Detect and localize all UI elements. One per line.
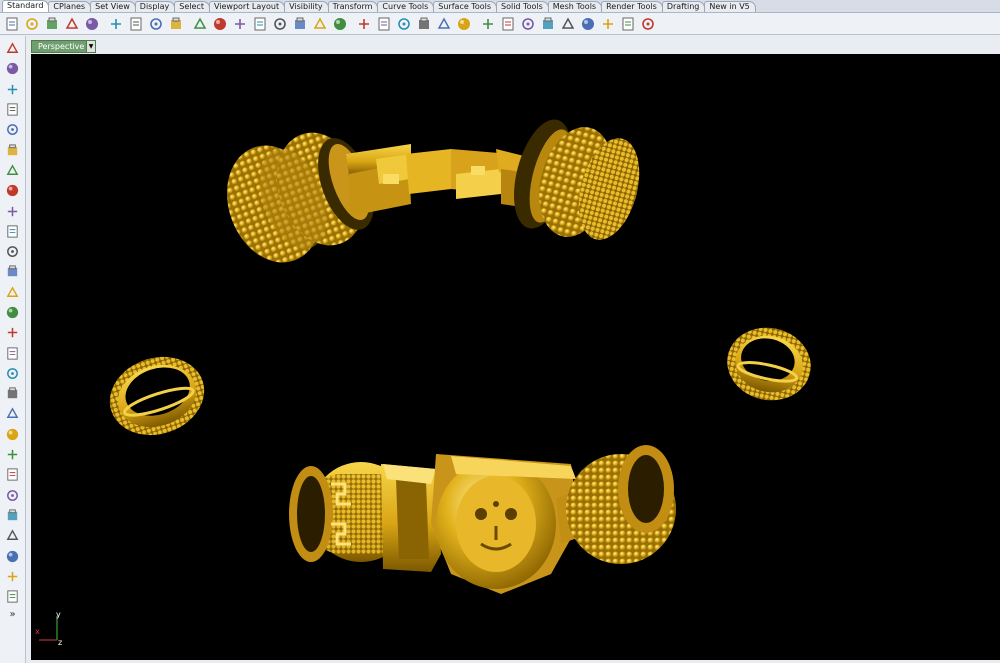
circle-icon[interactable] (3, 120, 22, 139)
material-icon[interactable] (578, 14, 597, 33)
zoom-extents-icon[interactable] (270, 14, 289, 33)
main-left-toolbar: » (0, 36, 26, 663)
text-icon[interactable] (3, 506, 22, 525)
axis-y-label: y (56, 610, 61, 619)
rotate-view-icon[interactable] (310, 14, 329, 33)
tab-viewport-layout[interactable]: Viewport Layout (208, 1, 286, 12)
top-clasp-links (346, 144, 536, 216)
analyze-icon[interactable] (3, 445, 22, 464)
bottom-right-beaded-barrel (556, 445, 676, 564)
light-icon[interactable] (478, 14, 497, 33)
tab-new-in-v5[interactable]: New in V5 (704, 1, 756, 12)
unlock-icon[interactable] (454, 14, 473, 33)
tab-render-tools[interactable]: Render Tools (601, 1, 663, 12)
point-icon[interactable] (3, 59, 22, 78)
offset-icon[interactable] (3, 486, 22, 505)
polyline-icon[interactable] (3, 80, 22, 99)
cplane-icon[interactable] (3, 567, 22, 586)
tab-select[interactable]: Select (174, 1, 210, 12)
top-right-beaded-barrel (514, 119, 640, 240)
toolbar-tab-strip: Standard CPlanes Set View Display Select View… (0, 0, 1000, 13)
viewport-title-tab[interactable]: Perspective ▼ (31, 40, 96, 53)
standard-toolbar (0, 13, 1000, 35)
more-tools-chevron-icon[interactable]: » (9, 609, 15, 620)
tab-surface-tools[interactable]: Surface Tools (433, 1, 498, 12)
move-view-icon[interactable] (210, 14, 229, 33)
help-icon[interactable] (638, 14, 657, 33)
zoom-window-icon[interactable] (250, 14, 269, 33)
tab-solid-tools[interactable]: Solid Tools (496, 1, 549, 12)
right-ring (727, 327, 811, 401)
group-icon[interactable] (3, 526, 22, 545)
left-ring (109, 356, 205, 436)
axis-z-label: z (58, 638, 63, 647)
zoom-selected-icon[interactable] (290, 14, 309, 33)
edit-points-icon[interactable] (3, 425, 22, 444)
hide-icon[interactable] (394, 14, 413, 33)
tab-standard[interactable]: Standard (2, 0, 50, 12)
polygon-icon[interactable] (3, 201, 22, 220)
render-icon[interactable] (558, 14, 577, 33)
ellipse-icon[interactable] (3, 140, 22, 159)
freeform-curve-icon[interactable] (3, 222, 22, 241)
pan-icon[interactable] (190, 14, 209, 33)
grasshopper-icon[interactable] (618, 14, 637, 33)
extrude-icon[interactable] (3, 262, 22, 281)
properties-icon[interactable] (374, 14, 393, 33)
shade-icon[interactable] (498, 14, 517, 33)
viewport-name[interactable]: Perspective (32, 42, 86, 51)
rendered-icon[interactable] (538, 14, 557, 33)
block-icon[interactable] (3, 546, 22, 565)
tab-transform[interactable]: Transform (327, 1, 379, 12)
solid-tools-icon[interactable] (3, 587, 22, 606)
perspective-viewport[interactable]: y x z (31, 54, 1000, 660)
tab-curve-tools[interactable]: Curve Tools (377, 1, 435, 12)
lock-icon[interactable] (434, 14, 453, 33)
arc-icon[interactable] (3, 161, 22, 180)
color-wheel-icon[interactable] (518, 14, 537, 33)
tab-set-view[interactable]: Set View (90, 1, 136, 12)
tab-mesh-tools[interactable]: Mesh Tools (547, 1, 603, 12)
tab-drafting[interactable]: Drafting (661, 1, 706, 12)
boolean-union-icon[interactable] (3, 303, 22, 322)
layer-icon[interactable] (354, 14, 373, 33)
select-icon[interactable] (3, 39, 22, 58)
world-axes-icon (39, 616, 58, 641)
copy-icon[interactable] (126, 14, 145, 33)
viewport-scene (109, 119, 811, 594)
new-icon[interactable] (2, 14, 21, 33)
surface-icon[interactable] (3, 242, 22, 261)
dimension-icon[interactable] (3, 404, 22, 423)
show-icon[interactable] (414, 14, 433, 33)
save-icon[interactable] (42, 14, 61, 33)
lion-head-centerpiece (431, 454, 579, 594)
print-icon[interactable] (62, 14, 81, 33)
cylinder-icon[interactable] (3, 323, 22, 342)
solid-box-icon[interactable] (3, 283, 22, 302)
rectangle-icon[interactable] (3, 181, 22, 200)
curve-icon[interactable] (3, 100, 22, 119)
transform-icon[interactable] (3, 384, 22, 403)
four-viewports-icon[interactable] (330, 14, 349, 33)
import-icon[interactable] (82, 14, 101, 33)
axis-x-label: x (35, 627, 40, 636)
array-icon[interactable] (3, 364, 22, 383)
fillet-icon[interactable] (3, 465, 22, 484)
tab-display[interactable]: Display (134, 1, 176, 12)
mesh-icon[interactable] (3, 343, 22, 362)
tab-visibility[interactable]: Visibility (284, 1, 329, 12)
zoom-icon[interactable] (230, 14, 249, 33)
options-icon[interactable] (598, 14, 617, 33)
cut-icon[interactable] (106, 14, 125, 33)
tab-cplanes[interactable]: CPlanes (48, 1, 92, 12)
undo-icon[interactable] (166, 14, 185, 33)
open-icon[interactable] (22, 14, 41, 33)
viewport-menu-arrow-icon[interactable]: ▼ (86, 41, 95, 52)
paste-icon[interactable] (146, 14, 165, 33)
